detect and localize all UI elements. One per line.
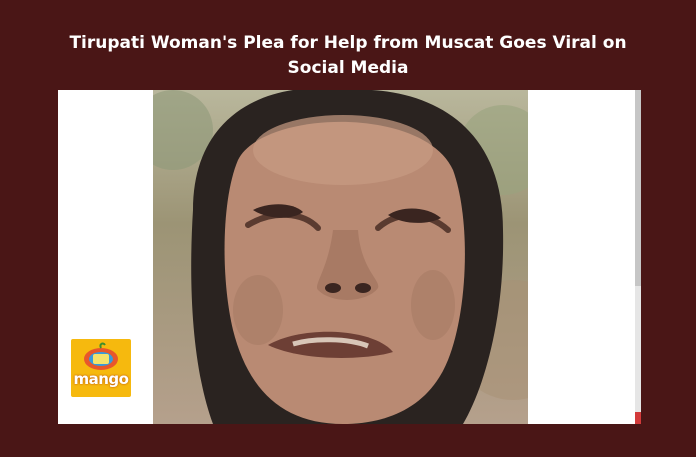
scrollbar-marker: [635, 412, 641, 424]
article-headline: Tirupati Woman's Plea for Help from Musc…: [0, 31, 696, 81]
mango-news-logo: mango: [71, 339, 131, 397]
image-frame: mango: [58, 90, 641, 424]
headline-line-1: Tirupati Woman's Plea for Help from Musc…: [69, 33, 627, 53]
scrollbar-thumb[interactable]: [635, 90, 641, 286]
logo-text: mango: [73, 370, 129, 388]
news-photo: [153, 90, 528, 424]
scrollbar[interactable]: [635, 90, 641, 424]
woman-face-illustration: [153, 90, 528, 424]
headline-line-2: Social Media: [287, 58, 409, 78]
mango-tv-icon: [84, 342, 118, 370]
